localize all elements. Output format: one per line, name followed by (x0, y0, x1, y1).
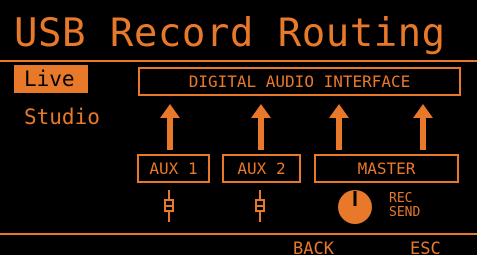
back-softkey[interactable]: BACK (293, 238, 334, 255)
digital-audio-interface-box: DIGITAL AUDIO INTERFACE (138, 67, 461, 96)
master-source[interactable]: MASTER (314, 154, 459, 183)
usb-record-routing-screen: USB Record Routing Live Studio DIGITAL A… (0, 0, 477, 255)
sidebar-item-studio[interactable]: Studio (14, 103, 100, 131)
title-divider (0, 60, 477, 62)
send-label: SEND (389, 205, 421, 220)
aux2-source[interactable]: AUX 2 (222, 154, 301, 183)
page-title: USB Record Routing (14, 11, 446, 56)
esc-softkey[interactable]: ESC (410, 238, 441, 255)
aux1-source[interactable]: AUX 1 (137, 154, 210, 183)
aux1-fader-icon[interactable] (164, 190, 174, 222)
arrow-up-icon (160, 104, 180, 150)
arrow-up-icon (251, 104, 271, 150)
aux2-fader-icon[interactable] (255, 190, 265, 222)
arrow-up-icon (329, 104, 349, 150)
sidebar-item-live[interactable]: Live (14, 65, 88, 93)
knob-icon[interactable] (337, 189, 373, 225)
arrow-up-icon (413, 104, 433, 150)
softkey-divider (0, 233, 477, 235)
rec-label: REC (389, 191, 413, 206)
rec-send-label: REC SEND (389, 192, 439, 220)
